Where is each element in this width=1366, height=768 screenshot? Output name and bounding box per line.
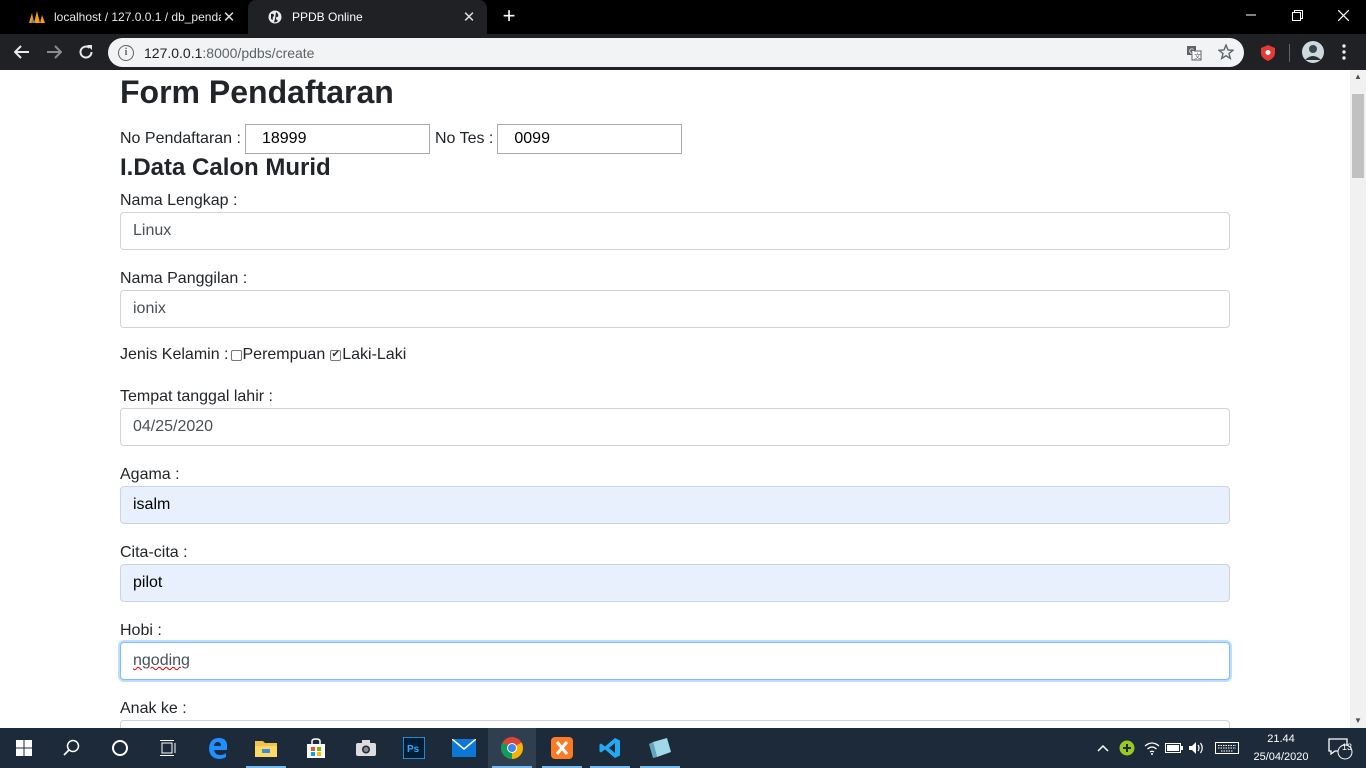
hobi-value: ngoding bbox=[133, 652, 190, 669]
page-title: Form Pendaftaran bbox=[120, 74, 394, 110]
nama-panggilan-label: Nama Panggilan : bbox=[120, 270, 248, 287]
file-explorer-icon[interactable] bbox=[242, 728, 290, 768]
bookmark-star-icon[interactable] bbox=[1218, 44, 1234, 60]
store-icon[interactable] bbox=[292, 728, 340, 768]
camera-icon[interactable] bbox=[342, 728, 390, 768]
tab-title: localhost / 127.0.0.1 / db_pendaftaran bbox=[54, 10, 221, 24]
laki-laki-checkbox[interactable]: ✔ bbox=[330, 349, 342, 361]
notification-count: 13 bbox=[1341, 742, 1352, 752]
new-tab-button[interactable]: + bbox=[498, 5, 520, 27]
field-hobi: Hobi : ngoding bbox=[120, 620, 1230, 680]
perempuan-label: Perempuan bbox=[242, 346, 326, 363]
close-tab-icon[interactable]: ✕ bbox=[461, 8, 477, 26]
hobi-input[interactable]: ngoding bbox=[120, 642, 1230, 680]
back-arrow-icon bbox=[14, 45, 29, 59]
section-title: I.Data Calon Murid bbox=[120, 154, 331, 181]
menu-dots-icon[interactable] bbox=[1333, 41, 1355, 63]
globe-icon bbox=[266, 9, 284, 25]
no-pendaftaran-input[interactable] bbox=[244, 124, 430, 154]
scrollbar-thumb[interactable] bbox=[1352, 94, 1364, 178]
nama-lengkap-label: Nama Lengkap : bbox=[120, 192, 238, 209]
no-tes-label: No Tes : bbox=[434, 130, 494, 147]
registration-numbers-row: No Pendaftaran : No Tes : bbox=[120, 124, 683, 154]
taskbar-clock[interactable]: 21.44 25/04/2020 bbox=[1246, 730, 1316, 766]
jenis-kelamin-label: Jenis Kelamin : bbox=[120, 346, 229, 363]
field-agama: Agama : bbox=[120, 464, 1230, 524]
keyboard-icon[interactable] bbox=[1213, 728, 1241, 768]
reload-icon bbox=[79, 45, 93, 59]
action-center-icon[interactable]: 13 bbox=[1320, 728, 1360, 768]
laki-laki-label: Laki-Laki bbox=[342, 346, 407, 363]
windows-start-icon[interactable] bbox=[0, 728, 48, 768]
nama-lengkap-input[interactable] bbox=[120, 212, 1230, 250]
phpmyadmin-icon bbox=[28, 9, 46, 25]
scroll-up-arrow-icon[interactable]: ▲ bbox=[1350, 70, 1366, 84]
photoshop-icon[interactable]: Ps bbox=[390, 728, 438, 768]
search-icon[interactable] bbox=[48, 728, 96, 768]
show-hidden-icons-chevron-icon[interactable] bbox=[1094, 728, 1112, 768]
tempat-tanggal-lahir-label: Tempat tanggal lahir : bbox=[120, 388, 273, 405]
tray-app-icon[interactable] bbox=[1117, 728, 1137, 768]
svg-text:Ps: Ps bbox=[407, 744, 420, 755]
windows-taskbar: Ps 21.44 25/04/2020 13 bbox=[0, 728, 1366, 768]
browser-toolbar: i 127.0.0.1:8000/pdbs/create G文 bbox=[0, 34, 1366, 70]
address-bar[interactable]: i 127.0.0.1:8000/pdbs/create bbox=[108, 38, 1244, 67]
profile-avatar[interactable] bbox=[1301, 40, 1325, 64]
hobi-label: Hobi : bbox=[120, 622, 162, 639]
browser-tab-strip: localhost / 127.0.0.1 / db_pendaftaran ✕… bbox=[0, 0, 1366, 34]
back-button[interactable] bbox=[10, 40, 34, 64]
cortana-icon[interactable] bbox=[96, 728, 144, 768]
agama-input[interactable] bbox=[120, 486, 1230, 524]
close-window-button[interactable] bbox=[1320, 0, 1366, 30]
battery-icon[interactable] bbox=[1164, 728, 1184, 768]
perempuan-checkbox[interactable] bbox=[230, 349, 242, 361]
close-tab-icon[interactable]: ✕ bbox=[221, 8, 237, 26]
page-scrollbar[interactable]: ▲ ▼ bbox=[1350, 70, 1366, 728]
nama-panggilan-input[interactable] bbox=[120, 290, 1230, 328]
no-tes-input[interactable] bbox=[497, 124, 683, 154]
no-pendaftaran-label: No Pendaftaran : bbox=[120, 130, 241, 147]
tanggal-lahir-input[interactable] bbox=[120, 408, 1230, 446]
clock-date: 25/04/2020 bbox=[1253, 751, 1309, 763]
field-tempat-tanggal-lahir: Tempat tanggal lahir : bbox=[120, 386, 1230, 446]
site-info-icon[interactable]: i bbox=[118, 44, 134, 61]
page-viewport: Form Pendaftaran No Pendaftaran : No Tes… bbox=[0, 70, 1350, 728]
scroll-down-arrow-icon[interactable]: ▼ bbox=[1350, 714, 1366, 728]
volume-icon[interactable] bbox=[1187, 728, 1207, 768]
forward-arrow-icon bbox=[47, 45, 62, 59]
wifi-icon[interactable] bbox=[1142, 728, 1162, 768]
url-text: 127.0.0.1:8000/pdbs/create bbox=[144, 44, 315, 61]
field-cita-cita: Cita-cita : bbox=[120, 542, 1230, 602]
agama-label: Agama : bbox=[120, 466, 180, 483]
anak-ke-label: Anak ke : bbox=[120, 700, 187, 717]
cita-cita-label: Cita-cita : bbox=[120, 544, 188, 561]
notepad-icon[interactable] bbox=[636, 728, 684, 768]
toolbar-divider bbox=[1289, 44, 1290, 62]
xampp-icon[interactable] bbox=[538, 728, 586, 768]
extension-shield-icon[interactable] bbox=[1257, 42, 1279, 64]
cita-cita-input[interactable] bbox=[120, 564, 1230, 602]
jenis-kelamin-row: Jenis Kelamin : Perempuan ✔ Laki-Laki bbox=[120, 346, 406, 364]
edge-icon[interactable] bbox=[194, 728, 242, 768]
field-anak-ke: Anak ke : bbox=[120, 698, 1230, 728]
field-nama-lengkap: Nama Lengkap : bbox=[120, 190, 1230, 250]
mail-icon[interactable] bbox=[440, 728, 488, 768]
tab-ppdb-online[interactable]: PPDB Online ✕ bbox=[248, 0, 487, 34]
reload-button[interactable] bbox=[74, 40, 98, 64]
field-nama-panggilan: Nama Panggilan : bbox=[120, 268, 1230, 328]
svg-text:文: 文 bbox=[1194, 52, 1201, 61]
chrome-icon[interactable] bbox=[488, 728, 536, 768]
vscode-icon[interactable] bbox=[586, 728, 634, 768]
minimize-button[interactable] bbox=[1228, 0, 1274, 30]
clock-time: 21.44 bbox=[1267, 733, 1295, 745]
tab-phpmyadmin[interactable]: localhost / 127.0.0.1 / db_pendaftaran ✕ bbox=[10, 0, 247, 34]
task-view-icon[interactable] bbox=[144, 728, 192, 768]
forward-button[interactable] bbox=[42, 40, 66, 64]
tab-title: PPDB Online bbox=[292, 10, 363, 24]
translate-icon[interactable]: G文 bbox=[1186, 45, 1202, 61]
anak-ke-input[interactable] bbox=[120, 720, 1230, 728]
restore-button[interactable] bbox=[1274, 0, 1320, 30]
